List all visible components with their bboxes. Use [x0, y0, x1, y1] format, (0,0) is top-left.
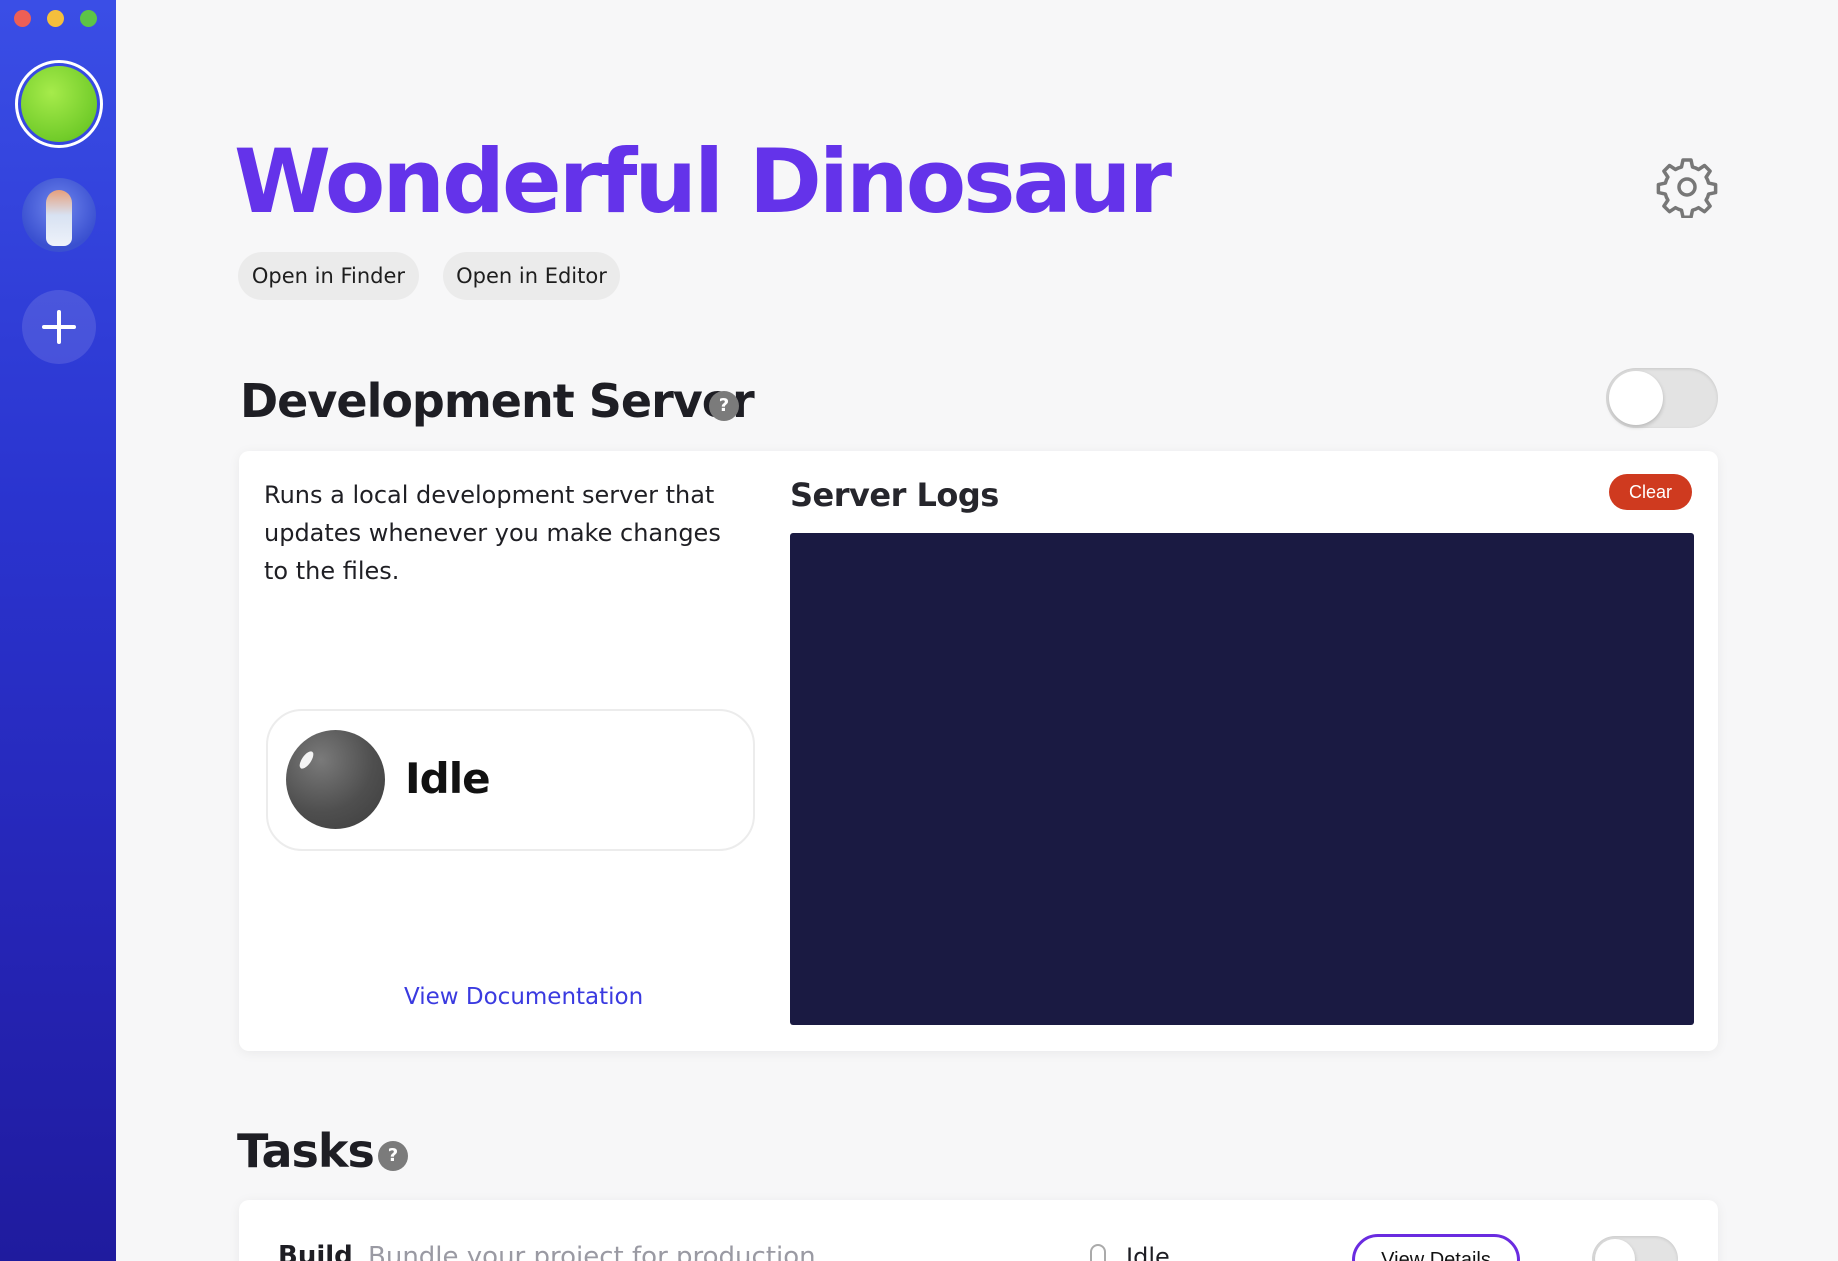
task-name: Build [278, 1241, 353, 1261]
pineapple-icon [46, 190, 72, 246]
window-zoom-button[interactable] [80, 10, 97, 27]
task-status-icon [1090, 1244, 1106, 1261]
project-title: Wonderful Dinosaur [234, 130, 1172, 233]
server-logs-output[interactable] [790, 533, 1694, 1025]
window-close-button[interactable] [14, 10, 31, 27]
add-project-button[interactable] [22, 290, 96, 364]
open-in-finder-button[interactable]: Open in Finder [238, 252, 419, 300]
status-indicator-icon [286, 730, 385, 829]
task-toggle[interactable] [1592, 1236, 1678, 1261]
project-sidebar [0, 0, 116, 1261]
tasks-help-icon[interactable]: ? [378, 1141, 408, 1171]
view-details-button[interactable]: View Details [1352, 1234, 1520, 1261]
project-avatar-active[interactable] [15, 60, 103, 148]
server-logs-heading: Server Logs [790, 476, 999, 514]
server-status-text: Idle [405, 754, 491, 803]
dev-server-description: Runs a local development server that upd… [264, 481, 721, 585]
window-minimize-button[interactable] [47, 10, 64, 27]
open-in-editor-button[interactable]: Open in Editor [443, 252, 620, 300]
dev-server-heading: Development Server [240, 374, 755, 428]
gear-icon [1656, 158, 1718, 219]
task-status-text: Idle [1126, 1243, 1170, 1261]
dev-server-toggle[interactable] [1606, 368, 1718, 428]
task-description: Bundle your project for production [368, 1242, 816, 1261]
project-avatar[interactable] [22, 178, 96, 252]
settings-button[interactable] [1656, 156, 1718, 219]
tasks-heading: Tasks [237, 1124, 375, 1178]
green-orb-icon [21, 66, 97, 142]
toggle-knob [1595, 1239, 1635, 1261]
toggle-knob [1609, 371, 1663, 425]
dev-server-help-icon[interactable]: ? [709, 391, 739, 421]
clear-logs-button[interactable]: Clear [1609, 474, 1692, 510]
view-documentation-link[interactable]: View Documentation [404, 984, 643, 1010]
